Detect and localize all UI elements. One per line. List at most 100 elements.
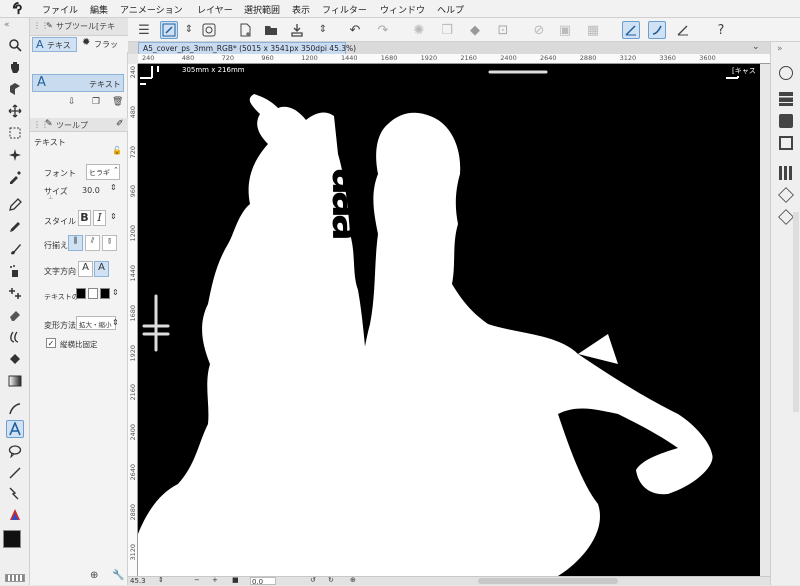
material-icon[interactable] — [779, 92, 793, 106]
menu-layer[interactable]: レイヤー — [197, 3, 233, 16]
decoration-tool-icon[interactable] — [6, 284, 24, 302]
redo-icon[interactable]: ↷ — [374, 21, 392, 39]
ratio-checkbox[interactable]: ✓ — [46, 338, 56, 348]
selection-tool-icon[interactable] — [6, 124, 24, 142]
updown-icon[interactable]: ⇕ — [180, 21, 198, 39]
new-file-icon[interactable] — [236, 21, 254, 39]
transform-select[interactable]: 拡大・縮小 — [76, 316, 116, 330]
hand-tool-icon[interactable] — [6, 58, 24, 76]
app-logo-icon[interactable] — [12, 2, 25, 15]
menu-view[interactable]: 表示 — [292, 3, 310, 16]
pencil-tool-icon[interactable] — [6, 218, 24, 236]
rotate-right-icon[interactable]: ↻ — [328, 576, 334, 584]
zoom-in-icon[interactable]: + — [212, 576, 218, 584]
history-icon[interactable]: ⊕ — [90, 570, 98, 581]
lock-icon[interactable]: 🔓 — [112, 146, 122, 155]
operation-tool-icon[interactable] — [6, 80, 24, 98]
zoom-out-icon[interactable]: − — [194, 576, 200, 584]
fill-icon[interactable]: ◆ — [466, 21, 484, 39]
size-stepper-icon[interactable]: ⇕ — [110, 183, 117, 192]
subtool-header-title[interactable]: サブツール[テキ — [56, 21, 115, 32]
menu-selection[interactable]: 選択範囲 — [244, 3, 280, 16]
pen-settings-icon[interactable] — [674, 21, 692, 39]
bold-button[interactable]: B — [78, 210, 91, 226]
copy-layer-icon[interactable]: ❐ — [438, 21, 456, 39]
chevron-down-icon[interactable]: ⌄ — [752, 42, 760, 52]
tool-settings-icon[interactable]: 🔧 — [112, 570, 124, 581]
selection-launcher-icon[interactable]: ▦ — [584, 21, 602, 39]
auto-select-tool-icon[interactable] — [6, 146, 24, 164]
menu-filter[interactable]: フィルター — [322, 3, 367, 16]
figure-tool-icon[interactable] — [6, 400, 24, 418]
align-center-button[interactable]: ⫽ — [85, 235, 100, 251]
text-color-sub[interactable] — [88, 288, 98, 299]
copy-subtool-icon[interactable]: ⇩ — [68, 97, 76, 107]
menu-file[interactable]: ファイル — [42, 3, 78, 16]
line-tool-icon[interactable] — [6, 464, 24, 482]
tab-text[interactable]: A テキス — [32, 37, 77, 52]
brush-tool-icon[interactable] — [6, 240, 24, 258]
layer-icon[interactable] — [778, 209, 794, 225]
tool-property-title[interactable]: ツールプ — [56, 120, 88, 131]
color-set-icon[interactable] — [779, 114, 793, 128]
rotate-value[interactable]: 0.0 — [250, 577, 276, 586]
help-icon[interactable]: ? — [712, 21, 730, 39]
menu-animation[interactable]: アニメーション — [120, 3, 183, 16]
save-icon[interactable] — [288, 21, 306, 39]
align-bottom-button[interactable]: ⫾ — [102, 235, 117, 251]
balloon-tool-icon[interactable] — [6, 442, 24, 460]
eraser-tool-icon[interactable] — [6, 306, 24, 324]
italic-button[interactable]: I — [93, 210, 106, 226]
document-tab[interactable]: A5_cover_ps_3mm_RGB* (5015 x 3541px 350d… — [138, 42, 356, 54]
reset-rotate-icon[interactable]: ⊕ — [350, 576, 356, 584]
text-color-main[interactable] — [76, 288, 86, 299]
swirl-icon[interactable] — [200, 21, 218, 39]
move-layer-tool-icon[interactable] — [6, 102, 24, 120]
scrollbar[interactable] — [793, 212, 799, 412]
open-folder-icon[interactable] — [262, 21, 280, 39]
rotate-left-icon[interactable]: ↺ — [310, 576, 316, 584]
expand-icon[interactable]: » — [777, 44, 783, 54]
size-field[interactable]: 30.0 ⇕ — [82, 183, 120, 198]
animation-icon[interactable] — [779, 136, 793, 150]
navigator-icon[interactable] — [779, 66, 793, 80]
menu-edit[interactable]: 編集 — [90, 3, 108, 16]
transform-icon[interactable]: ⊡ — [494, 21, 512, 39]
loading-icon[interactable]: ✺ — [410, 21, 428, 39]
menu-help[interactable]: ヘルプ — [437, 3, 464, 16]
subtool-item-text[interactable]: A テキスト — [32, 74, 124, 92]
settings-icon[interactable]: ✐ — [116, 119, 124, 129]
pen-pressure-icon[interactable] — [160, 21, 178, 39]
vertical-text-button[interactable]: A — [94, 261, 109, 277]
textcolor-stepper-icon[interactable]: ⇕ — [112, 288, 119, 297]
color-mixing-tool-icon[interactable] — [6, 506, 24, 524]
blend-tool-icon[interactable] — [6, 328, 24, 346]
menu-window[interactable]: ウィンドウ — [380, 3, 425, 16]
transparent-color-swatch[interactable] — [5, 574, 25, 582]
transform-stepper-icon[interactable]: ⇕ — [112, 318, 119, 327]
gradient-tool-icon[interactable] — [6, 372, 24, 390]
duplicate-subtool-icon[interactable]: ❐ — [92, 97, 100, 107]
text-tool-icon[interactable] — [6, 420, 24, 438]
vertical-text-object[interactable]: aaa — [323, 168, 369, 298]
airbrush-tool-icon[interactable] — [6, 262, 24, 280]
fill-tool-icon[interactable] — [6, 350, 24, 368]
fit-icon[interactable]: ■ — [232, 576, 239, 584]
zoom-stepper-icon[interactable]: ⇕ — [158, 576, 164, 584]
menu-icon[interactable]: ☰ — [135, 21, 153, 39]
zoom-value[interactable]: 45.3 — [130, 577, 146, 585]
correct-line-tool-icon[interactable] — [6, 484, 24, 502]
crop-icon[interactable]: ▣ — [556, 21, 574, 39]
horizontal-text-button[interactable]: A — [78, 261, 93, 277]
delete-subtool-icon[interactable]: 🗑 — [112, 97, 123, 107]
main-color-swatch[interactable] — [3, 530, 21, 548]
style-stepper-icon[interactable]: ⇕ — [110, 212, 117, 221]
undo-icon[interactable]: ↶ — [346, 21, 364, 39]
updown-icon-2[interactable]: ⇕ — [314, 21, 332, 39]
brush-stabilizer-icon[interactable] — [648, 21, 666, 39]
pen-tool-icon[interactable] — [6, 196, 24, 214]
zoom-tool-icon[interactable] — [6, 36, 24, 54]
eyedropper-tool-icon[interactable] — [6, 168, 24, 186]
canvas[interactable]: aaa 305mm x 216mm [キャス — [138, 64, 760, 576]
collapse-icon[interactable]: « — [4, 20, 10, 30]
